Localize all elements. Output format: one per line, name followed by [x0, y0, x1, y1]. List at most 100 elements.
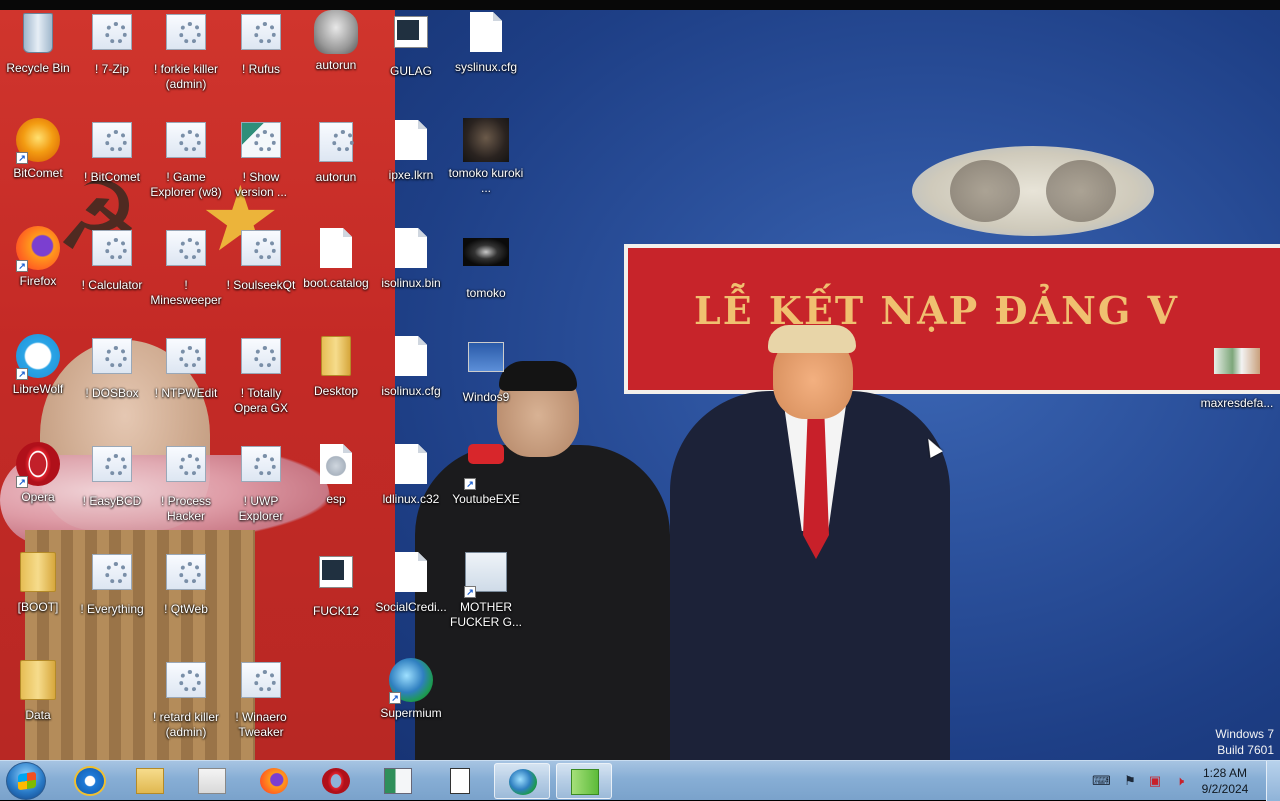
desktop-icon-windos9[interactable]: Windos9 [448, 334, 524, 405]
video-file-icon [394, 16, 428, 48]
taskbar-file[interactable] [432, 763, 488, 799]
taskbar-supermium[interactable] [494, 763, 550, 799]
desktop-icon-process-hacker[interactable]: ! Process Hacker [148, 442, 224, 524]
firefox-icon [260, 768, 288, 794]
desktop-icon-fuck12[interactable]: FUCK12 [298, 550, 374, 619]
desktop-icon-calculator[interactable]: ! Calculator [74, 226, 150, 293]
desktop-icon-minesweeper[interactable]: ! Minesweeper [148, 226, 224, 308]
file-icon [395, 444, 427, 484]
taskbar-windows-explorer[interactable] [122, 763, 178, 799]
taskbar: ⌨ ⚑ ▣ 🕨 1:28 AM 9/2/2024 [0, 760, 1280, 801]
desktop-icon-rufus[interactable]: ! Rufus [223, 10, 299, 77]
keyboard-icon[interactable]: ⌨ [1092, 773, 1111, 789]
desktop-icon-maxresdefault[interactable]: maxresdefa... [1199, 334, 1275, 411]
desktop-icon-mother-fucker[interactable]: ↗ MOTHER FUCKER G... [448, 550, 524, 630]
taskbar-firefox[interactable] [246, 763, 302, 799]
desktop-icon-esp[interactable]: esp [298, 442, 374, 507]
gear-app-icon [166, 230, 206, 266]
volume-muted-icon[interactable]: 🕨 [1172, 773, 1188, 789]
desktop-icon-boot-folder[interactable]: [BOOT] [0, 550, 76, 615]
app-window-icon [384, 768, 412, 794]
shortcut-arrow-icon: ↗ [464, 586, 476, 598]
desktop-icon-autorun-exe[interactable]: autorun [298, 10, 374, 73]
desktop-icon-everything[interactable]: ! Everything [74, 550, 150, 617]
desktop-icon-retard-killer[interactable]: ! retard killer (admin) [148, 658, 224, 740]
network-icon[interactable]: ▣ [1147, 773, 1163, 789]
desktop-icon-librewolf[interactable]: ↗ LibreWolf [0, 334, 76, 397]
cubes-app-icon [241, 122, 281, 158]
desktop-icon-soulseek[interactable]: ! SoulseekQt [223, 226, 299, 293]
desktop-icon-dosbox[interactable]: ! DOSBox [74, 334, 150, 401]
desktop-icon-desktop-folder[interactable]: Desktop [298, 334, 374, 399]
desktop-icon-youtube-exe[interactable]: ↗ YoutubeEXE [448, 442, 524, 507]
file-icon [395, 120, 427, 160]
image-thumbnail-icon [463, 118, 509, 162]
taskbar-app-window[interactable] [370, 763, 426, 799]
desktop-icon-boot-catalog[interactable]: boot.catalog [298, 226, 374, 291]
wallpaper-person-right [670, 325, 950, 760]
desktop-icon-bitcomet-portable[interactable]: ! BitComet [74, 118, 150, 185]
desktop-icon-tomoko[interactable]: tomoko [448, 226, 524, 301]
desktop-icon-ntpwedit[interactable]: ! NTPWEdit [148, 334, 224, 401]
desktop-icon-recycle-bin[interactable]: Recycle Bin [0, 10, 76, 76]
desktop-icon-forkie-killer[interactable]: ! forkie killer (admin) [148, 10, 224, 92]
shortcut-arrow-icon: ↗ [16, 260, 28, 272]
desktop-icon-tomoko-kuroki[interactable]: tomoko kuroki ... [448, 118, 524, 196]
desktop-icon-7zip[interactable]: ! 7-Zip [74, 10, 150, 77]
desktop-icon-totally-opera[interactable]: ! Totally Opera GX [223, 334, 299, 416]
desktop-icon-gulag[interactable]: GULAG [373, 10, 449, 79]
desktop-icon-winaero[interactable]: ! Winaero Tweaker [223, 658, 299, 740]
desktop-icon-syslinux-cfg[interactable]: syslinux.cfg [448, 10, 524, 75]
desktop-icon-isolinux-cfg[interactable]: isolinux.cfg [373, 334, 449, 399]
gear-app-icon [92, 446, 132, 482]
clock-time: 1:28 AM [1202, 766, 1248, 780]
folder-icon [20, 660, 56, 700]
desktop-icon-bitcomet[interactable]: ↗ BitComet [0, 118, 76, 181]
action-center-flag-icon[interactable]: ⚑ [1122, 773, 1138, 789]
gear-app-icon [241, 662, 281, 698]
checkmark-app-icon [468, 342, 504, 372]
recycle-bin-icon [23, 13, 53, 53]
show-desktop-button[interactable] [1266, 761, 1280, 801]
shortcut-arrow-icon: ↗ [389, 692, 401, 704]
desktop-icon-uwp-explorer[interactable]: ! UWP Explorer [223, 442, 299, 524]
taskbar-notepad-plus-plus[interactable] [556, 763, 612, 799]
desktop-icon-ldlinux[interactable]: ldlinux.c32 [373, 442, 449, 507]
desktop-icon-supermium[interactable]: ↗ Supermium [373, 658, 449, 721]
portrait-medallion [912, 146, 1154, 236]
start-button[interactable] [6, 762, 46, 800]
settings-file-icon [319, 122, 354, 162]
desktop-icon-socialcredit[interactable]: SocialCredi... [373, 550, 449, 615]
shortcut-arrow-icon: ↗ [16, 476, 28, 488]
desktop-icon-qtweb[interactable]: ! QtWeb [148, 550, 224, 617]
shortcut-arrow-icon: ↗ [16, 152, 28, 164]
folder-icon [136, 768, 164, 794]
file-icon [470, 12, 502, 52]
taskbar-opera[interactable] [308, 763, 364, 799]
taskbar-media-player[interactable] [184, 763, 240, 799]
gear-app-icon [241, 14, 281, 50]
gear-app-icon [166, 122, 206, 158]
desktop[interactable]: ☭ ★ LỄ KẾT NẠP ĐẢNG V Recycle Bin ↗ BitC… [0, 0, 1280, 760]
file-icon [395, 228, 427, 268]
taskbar-clock[interactable]: 1:28 AM 9/2/2024 [1192, 765, 1258, 797]
desktop-icon-firefox[interactable]: ↗ Firefox [0, 226, 76, 289]
desktop-icon-autorun-inf[interactable]: autorun [298, 118, 374, 185]
desktop-icon-data-folder[interactable]: Data [0, 658, 76, 723]
desktop-icon-easybcd[interactable]: ! EasyBCD [74, 442, 150, 509]
gear-app-icon [166, 338, 206, 374]
desktop-icon-game-explorer[interactable]: ! Game Explorer (w8) [148, 118, 224, 200]
desktop-icon-show-version[interactable]: ! Show version ... [223, 118, 299, 200]
desktop-icon-ipxe[interactable]: ipxe.lkrn [373, 118, 449, 183]
opera-icon [322, 768, 350, 794]
gear-app-icon [166, 554, 206, 590]
taskbar-internet-explorer[interactable] [62, 763, 118, 799]
gear-app-icon [92, 554, 132, 590]
desktop-icon-opera[interactable]: ↗ Opera [0, 442, 76, 505]
desktop-icon-isolinux-bin[interactable]: isolinux.bin [373, 226, 449, 291]
gear-app-icon [241, 230, 281, 266]
file-icon [395, 552, 427, 592]
file-icon [320, 228, 352, 268]
folder-icon [20, 552, 56, 592]
media-player-icon [198, 768, 226, 794]
